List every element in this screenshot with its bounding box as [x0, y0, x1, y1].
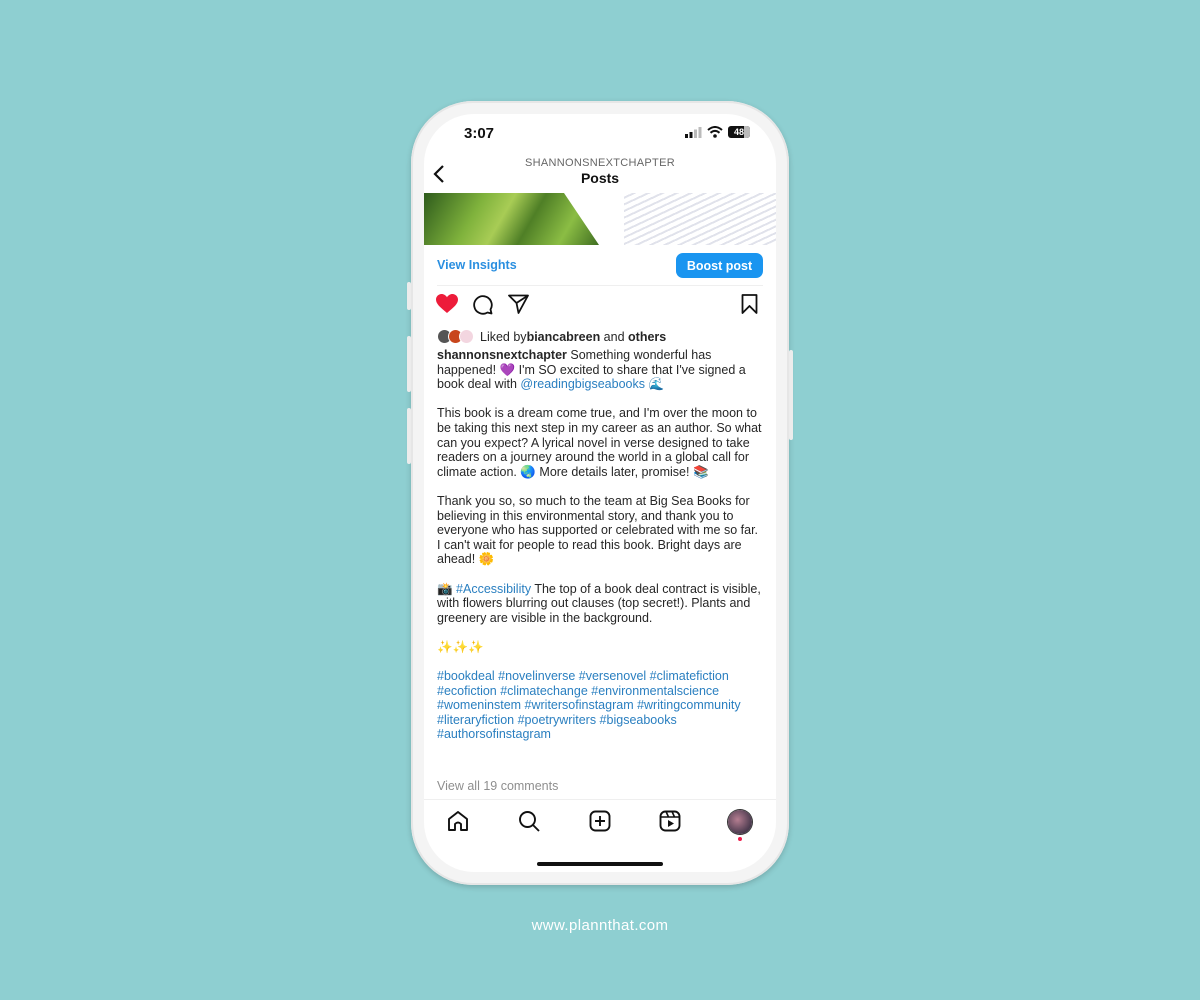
caption-p3: Thank you so, so much to the team at Big…	[437, 493, 759, 567]
phone-power-button	[789, 350, 793, 440]
home-indicator[interactable]	[537, 862, 663, 866]
status-bar: 3:07 48	[424, 114, 776, 154]
page-header: SHANNONSNEXTCHAPTER Posts	[424, 154, 776, 194]
caption-username[interactable]: shannonsnextchapter	[437, 348, 567, 362]
likes-others[interactable]: others	[628, 330, 666, 344]
accessibility-hashtag[interactable]: #Accessibility	[456, 582, 531, 596]
notification-dot	[738, 837, 742, 841]
profile-avatar[interactable]	[728, 810, 752, 834]
signal-icon	[685, 126, 702, 138]
status-time: 3:07	[464, 125, 495, 142]
post-image[interactable]	[424, 193, 776, 245]
heart-icon[interactable]	[436, 294, 458, 314]
comment-icon[interactable]	[472, 294, 493, 315]
likes-user[interactable]: biancabreen	[527, 330, 601, 344]
share-icon[interactable]	[508, 294, 529, 314]
boost-post-button[interactable]: Boost post	[676, 253, 763, 278]
search-icon[interactable]	[518, 810, 540, 832]
phone-volume-up	[407, 336, 411, 392]
caption-hashtags[interactable]: #bookdeal #novelinverse #versenovel #cli…	[437, 669, 763, 742]
view-comments-link[interactable]: View all 19 comments	[437, 779, 558, 793]
camera-emoji: 📸	[437, 581, 457, 596]
caption-sparkles: ✨✨✨	[437, 639, 484, 654]
likes-and: and	[600, 329, 629, 344]
plant-photo-area	[424, 193, 599, 245]
likes-prefix: Liked by	[480, 329, 527, 344]
caption-p1-end: 🌊	[644, 377, 665, 392]
battery-icon: 48	[728, 126, 750, 138]
caption-p2: This book is a dream come true, and I'm …	[437, 406, 762, 479]
page-title: Posts	[580, 170, 620, 186]
liker-avatar	[459, 329, 474, 344]
bookmark-icon[interactable]	[741, 294, 758, 314]
home-icon[interactable]	[447, 810, 469, 832]
mention-link[interactable]: @readingbigseabooks	[520, 377, 645, 391]
wifi-icon	[707, 126, 723, 138]
post-actions	[436, 294, 762, 320]
bottom-tab-bar	[424, 799, 776, 844]
insights-bar: View Insights Boost post	[437, 245, 763, 286]
phone-screen: 3:07 48 SHANNONSNEXTCHAPTER Posts View I…	[424, 114, 776, 872]
reels-icon[interactable]	[659, 810, 681, 832]
phone-silent-switch	[407, 282, 411, 310]
likes-summary[interactable]: Liked by biancabreen and others	[437, 329, 666, 344]
view-insights-link[interactable]: View Insights	[437, 258, 517, 272]
phone-volume-down	[407, 408, 411, 464]
contract-photo-area	[624, 193, 776, 245]
post-caption: shannonsnextchapter Something wonderful …	[437, 348, 763, 742]
footer-url: www.plannthat.com	[531, 917, 669, 934]
create-post-icon[interactable]	[589, 810, 611, 832]
header-username: SHANNONSNEXTCHAPTER	[525, 157, 675, 169]
